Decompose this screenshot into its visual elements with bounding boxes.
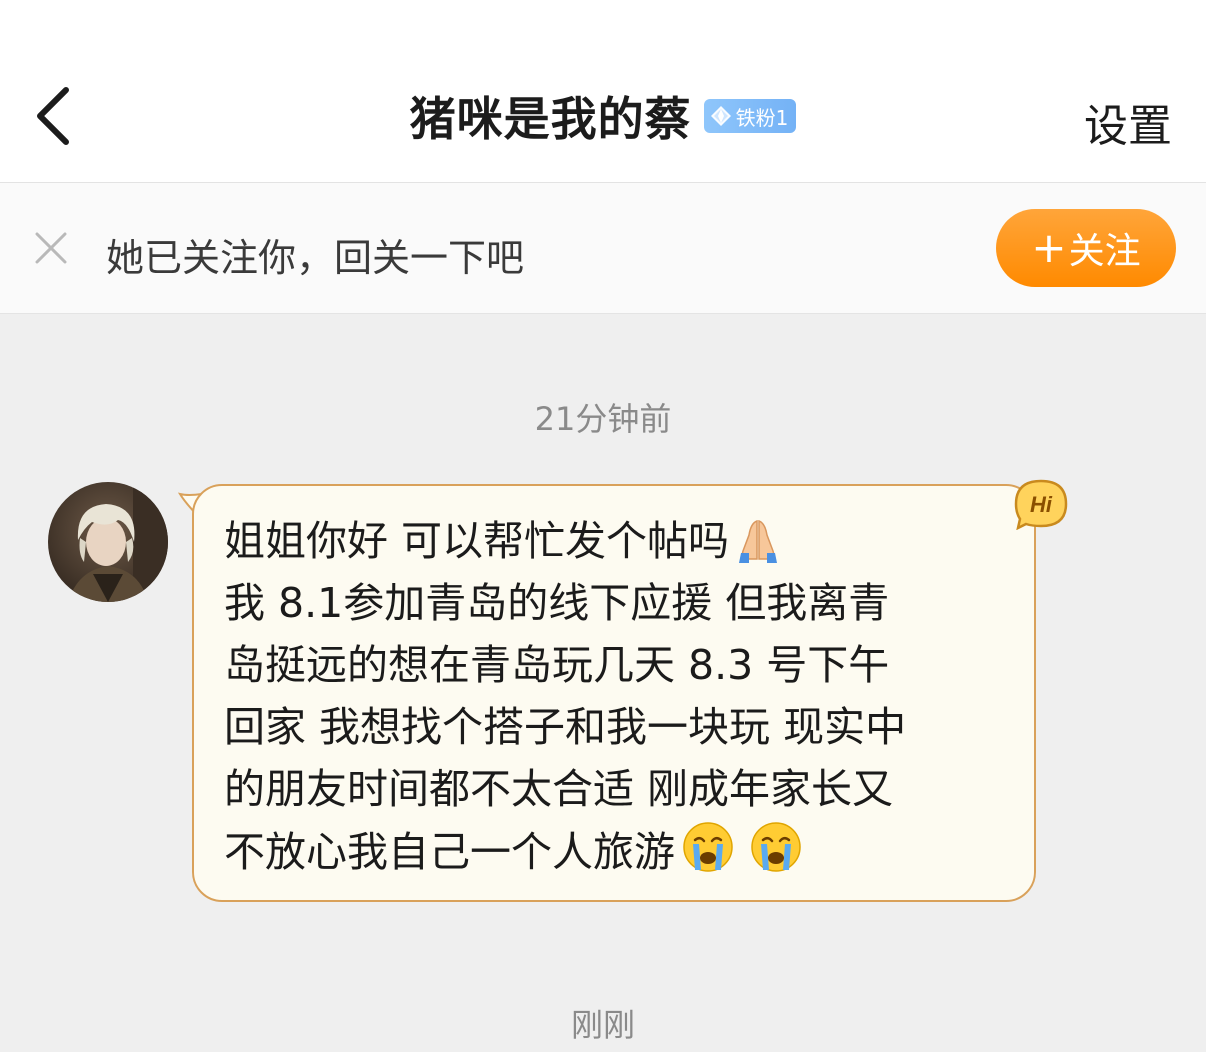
message-line: 不放心我自己一个人旅游: [224, 820, 1024, 882]
message-line: 我 8.1参加青岛的线下应援 但我离青: [224, 579, 890, 627]
chat-screen: 猪咪是我的蔡 铁粉1 设置 她已关注你，回关一下吧 + 关注 21分钟前 姐姐你…: [0, 0, 1206, 1052]
follow-back-banner: 她已关注你，回关一下吧 + 关注: [0, 183, 1206, 314]
avatar-image: [48, 482, 168, 602]
praying-hands-emoji: [739, 519, 778, 563]
message-line: 的朋友时间都不太合适 刚成年家长又: [224, 765, 894, 813]
settings-button[interactable]: 设置: [1084, 90, 1172, 154]
follow-back-text: 她已关注你，回关一下吧: [106, 236, 525, 280]
follow-button-label: 关注: [1068, 231, 1141, 272]
crying-face-emoji: [751, 822, 801, 872]
message-timestamp: 21分钟前: [534, 400, 672, 438]
title-group: 猪咪是我的蔡 铁粉1: [0, 84, 1206, 148]
svg-text:Hi: Hi: [1030, 492, 1053, 517]
diamond-icon: [710, 106, 731, 126]
top-bar: 猪咪是我的蔡 铁粉1 设置: [0, 0, 1206, 183]
message-bubble[interactable]: 姐姐你好 可以帮忙发个帖吗 我 8.1参加青岛的线下应援 但我离青 岛挺远的想在…: [192, 484, 1036, 902]
plus-icon: +: [1031, 223, 1067, 272]
close-icon: [35, 232, 67, 264]
back-button[interactable]: [28, 82, 88, 152]
chat-area[interactable]: 21分钟前 姐姐你好 可以帮忙发个帖吗 我 8.1参加青岛的线下应援 但我离青 …: [0, 314, 1206, 1052]
chevron-left-icon: [37, 87, 69, 145]
message-text: 姐姐你好 可以帮忙发个帖吗 我 8.1参加青岛的线下应援 但我离青 岛挺远的想在…: [224, 510, 1024, 882]
message-line: 岛挺远的想在青岛玩几天 8.3 号下午: [224, 641, 890, 689]
avatar[interactable]: [48, 482, 168, 602]
message-timestamp: 刚刚: [570, 1006, 635, 1044]
page-title: 猪咪是我的蔡: [409, 92, 692, 146]
fan-level-label: 铁粉1: [735, 105, 789, 130]
hi-badge: Hi: [1012, 478, 1070, 530]
message-line: 回家 我想找个搭子和我一块玩 现实中: [224, 703, 907, 751]
message-line: 姐姐你好 可以帮忙发个帖吗: [224, 510, 1024, 572]
close-banner-button[interactable]: [30, 227, 72, 269]
crying-face-emoji: [683, 822, 733, 872]
follow-button[interactable]: + 关注: [996, 209, 1176, 287]
fan-level-badge[interactable]: 铁粉1: [703, 99, 797, 133]
